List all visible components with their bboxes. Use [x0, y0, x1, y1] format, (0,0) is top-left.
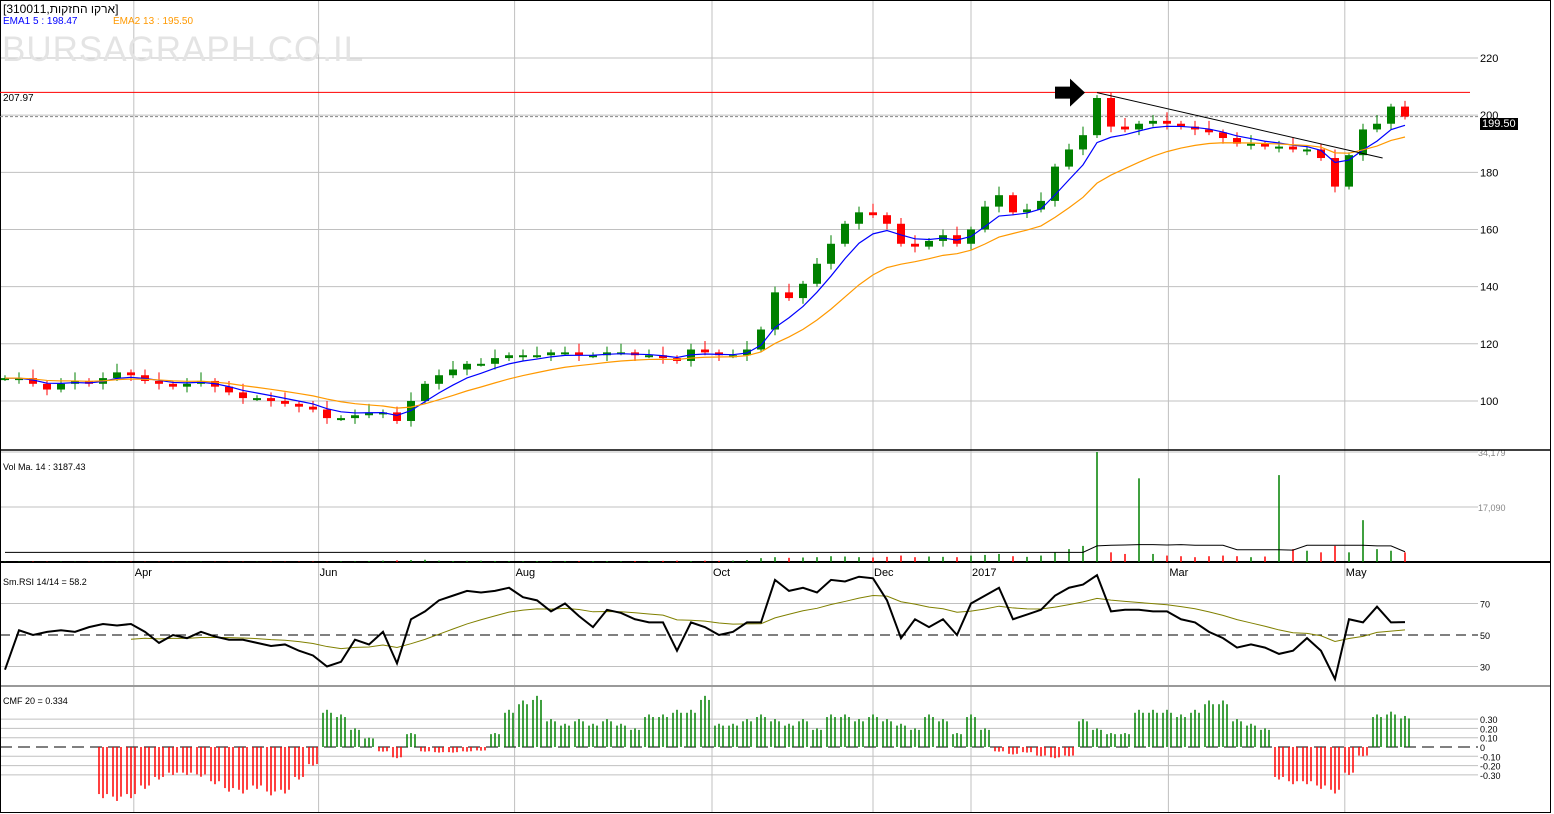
candle-down — [1121, 126, 1129, 130]
month-label: Dec — [874, 567, 894, 579]
candle-up — [1135, 123, 1143, 130]
candle-down — [323, 409, 331, 419]
price-tick-label: 160 — [1480, 224, 1498, 236]
candle-down — [883, 215, 891, 224]
ema2-line — [5, 136, 1406, 409]
candle-down — [43, 383, 51, 390]
cmf-title: CMF 20 = 0.334 — [3, 696, 68, 706]
candle-up — [1373, 123, 1381, 130]
candle-up — [1303, 149, 1311, 152]
candle-down — [911, 243, 919, 247]
volume-title: Vol Ma. 14 : 3187.43 — [3, 462, 86, 472]
cmf-tick-label: -0.30 — [1480, 771, 1501, 781]
price-tick-label: 220 — [1480, 53, 1498, 65]
candle-up — [561, 352, 569, 355]
rsi-tick-label: 30 — [1480, 663, 1490, 673]
candle-up — [841, 223, 849, 244]
month-label: Aug — [516, 567, 536, 579]
candle-down — [1289, 146, 1297, 150]
candle-up — [449, 369, 457, 376]
volume-tick-label: 17,090 — [1478, 503, 1506, 513]
candle-up — [1093, 98, 1101, 136]
resistance-label: 207.97 — [3, 93, 34, 104]
month-label: Oct — [713, 567, 730, 579]
candle-up — [1247, 143, 1255, 146]
candle-down — [281, 400, 289, 404]
candle-down — [701, 349, 709, 353]
candle-up — [1275, 146, 1283, 149]
candle-up — [183, 383, 191, 387]
candle-down — [869, 212, 877, 216]
last-price-badge: 199.50 — [1480, 118, 1518, 130]
rsi-title: Sm.RSI 14/14 = 58.2 — [3, 577, 87, 587]
candle-down — [127, 372, 135, 376]
candle-down — [785, 292, 793, 299]
month-label: Jun — [320, 567, 338, 579]
ema1-line — [5, 124, 1406, 417]
candle-up — [337, 418, 345, 421]
month-label: Apr — [135, 567, 152, 579]
candle-up — [477, 363, 485, 366]
candle-down — [309, 406, 317, 410]
candle-down — [1163, 120, 1171, 124]
rsi-tick-label: 70 — [1480, 600, 1490, 610]
price-tick-label: 100 — [1480, 396, 1498, 408]
candle-up — [855, 212, 863, 224]
price-tick-label: 120 — [1480, 339, 1498, 351]
candle-down — [1009, 195, 1017, 213]
arrow-icon — [1055, 78, 1085, 107]
candle-up — [491, 358, 499, 364]
candle-up — [645, 355, 653, 358]
rsi-line — [4, 573, 1406, 683]
candle-up — [351, 415, 359, 419]
candle-up — [435, 375, 443, 384]
month-label: Mar — [1169, 567, 1188, 579]
stock-chart: 100 120 140 160 180 200 220 34,179 17,090 70 50 30 0… — [0, 0, 1554, 814]
candle-up — [463, 363, 471, 370]
chart-border — [0, 0, 1551, 813]
candle-up — [1051, 166, 1059, 201]
candle-down — [155, 380, 163, 384]
candle-up — [547, 352, 555, 356]
candle-up — [925, 240, 933, 247]
ema2-legend: EMA2 13 : 195.50 — [113, 16, 194, 27]
volume-ma-line — [5, 544, 1406, 553]
price-tick-label: 180 — [1480, 167, 1498, 179]
candle-down — [1401, 106, 1409, 117]
ema1-legend: EMA1 5 : 198.47 — [3, 16, 78, 27]
candle-down — [169, 383, 177, 387]
candle-down — [393, 412, 401, 421]
candle-up — [57, 383, 65, 390]
month-label: 2017 — [972, 567, 996, 579]
candle-up — [1149, 120, 1157, 124]
candle-up — [1079, 135, 1087, 150]
candle-up — [771, 292, 779, 330]
candle-down — [239, 392, 247, 399]
candle-down — [267, 398, 275, 401]
candle-down — [1107, 98, 1115, 127]
chart-canvas[interactable]: 10012014016018020022034,17917,0907050300… — [0, 0, 1554, 814]
candle-up — [799, 283, 807, 299]
candle-up — [253, 398, 261, 401]
candle-up — [505, 355, 513, 359]
candle-up — [519, 355, 527, 358]
candle-up — [1065, 149, 1073, 167]
watermark: BURSAGRAPH.CO.IL — [2, 30, 365, 69]
rsi-tick-label: 50 — [1480, 631, 1490, 641]
candle-up — [995, 195, 1003, 207]
candle-up — [813, 263, 821, 284]
candle-up — [533, 355, 541, 358]
candle-down — [295, 403, 303, 407]
candle-up — [1387, 106, 1395, 124]
candle-up — [113, 372, 121, 379]
month-label: May — [1346, 567, 1367, 579]
price-tick-label: 140 — [1480, 282, 1498, 294]
chart-title: [310011,ארקו החזקות] — [3, 2, 119, 16]
candle-up — [827, 243, 835, 264]
candle-up — [421, 383, 429, 401]
